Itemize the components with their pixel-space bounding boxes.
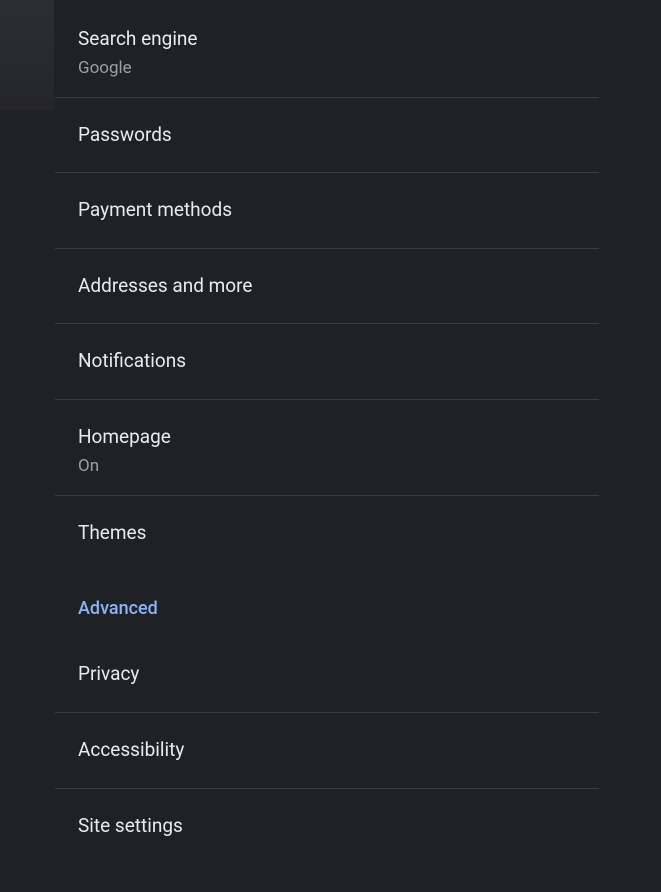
settings-item-passwords[interactable]: Passwords bbox=[55, 98, 599, 174]
item-title: Notifications bbox=[78, 348, 599, 375]
item-title: Themes bbox=[78, 520, 599, 547]
settings-item-addresses[interactable]: Addresses and more bbox=[55, 249, 599, 325]
settings-item-payment-methods[interactable]: Payment methods bbox=[55, 173, 599, 249]
settings-item-homepage[interactable]: Homepage On bbox=[55, 400, 599, 496]
settings-item-privacy[interactable]: Privacy bbox=[55, 641, 599, 713]
item-subtitle: On bbox=[78, 455, 599, 477]
settings-list: Search engine Google Passwords Payment m… bbox=[0, 0, 661, 863]
settings-item-site-settings[interactable]: Site settings bbox=[55, 789, 599, 864]
item-title: Site settings bbox=[78, 813, 599, 840]
item-subtitle: Google bbox=[78, 57, 599, 79]
item-title: Payment methods bbox=[78, 197, 599, 224]
item-title: Accessibility bbox=[78, 737, 599, 764]
settings-item-themes[interactable]: Themes bbox=[55, 496, 599, 571]
item-title: Passwords bbox=[78, 122, 599, 149]
section-header-advanced: Advanced bbox=[55, 570, 599, 641]
item-title: Homepage bbox=[78, 424, 599, 451]
settings-item-search-engine[interactable]: Search engine Google bbox=[55, 0, 599, 98]
settings-item-notifications[interactable]: Notifications bbox=[55, 324, 599, 400]
settings-item-accessibility[interactable]: Accessibility bbox=[55, 713, 599, 789]
item-title: Privacy bbox=[78, 661, 599, 688]
item-title: Search engine bbox=[78, 26, 599, 53]
selection-highlight bbox=[0, 0, 54, 110]
item-title: Addresses and more bbox=[78, 273, 599, 300]
